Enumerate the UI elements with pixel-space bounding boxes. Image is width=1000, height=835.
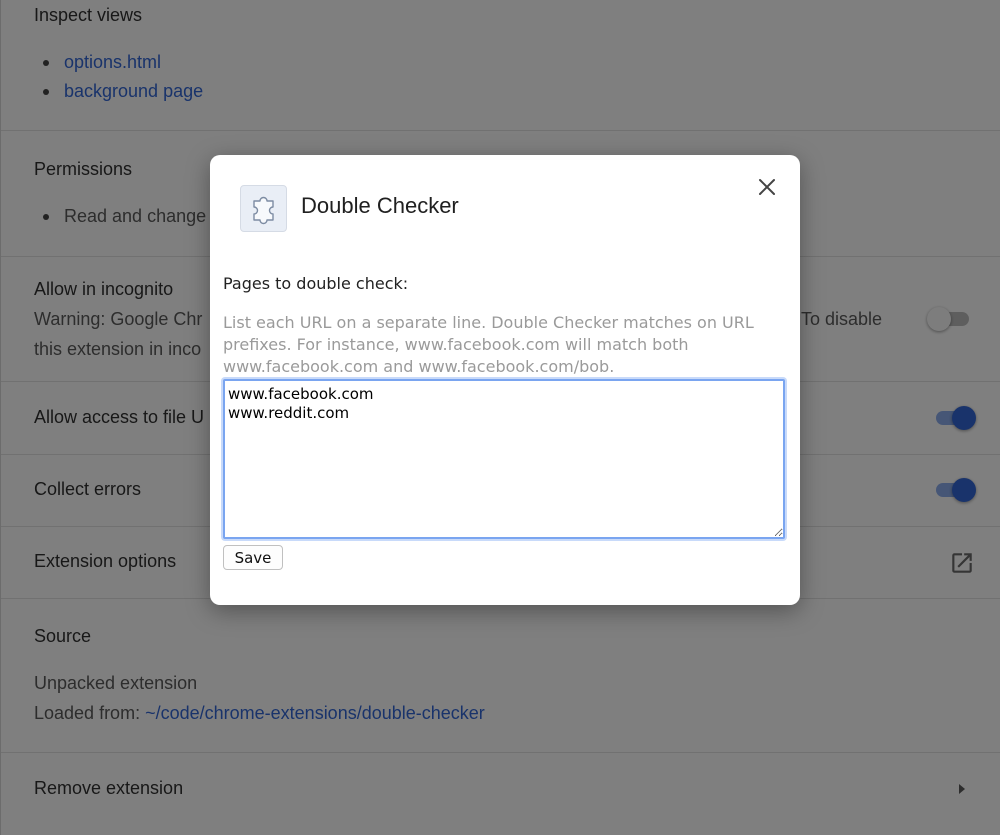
save-button[interactable]: Save bbox=[223, 545, 283, 570]
pages-to-check-label: Pages to double check: bbox=[223, 274, 409, 293]
close-icon[interactable] bbox=[755, 175, 779, 199]
puzzle-piece-icon bbox=[240, 185, 287, 232]
dialog-title: Double Checker bbox=[301, 193, 459, 218]
options-dialog: Double Checker Pages to double check: Li… bbox=[210, 155, 800, 605]
urls-textarea[interactable]: www.facebook.com www.reddit.com bbox=[223, 379, 785, 539]
url-hint-text: List each URL on a separate line. Double… bbox=[223, 313, 754, 376]
